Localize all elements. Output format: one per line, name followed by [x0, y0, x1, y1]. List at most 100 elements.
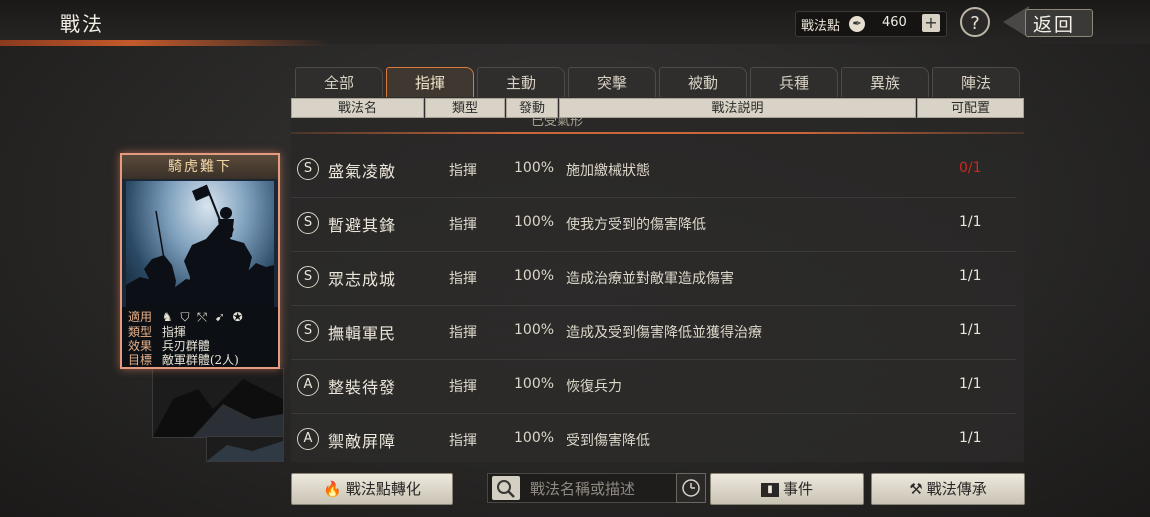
column-header-type[interactable]: 類型 — [425, 98, 505, 118]
stacked-card[interactable] — [152, 368, 284, 438]
convert-points-label: 戰法點轉化 — [345, 480, 421, 498]
back-label: 返回 — [1033, 14, 1076, 36]
archer-icon: ⤲ — [197, 310, 207, 324]
tactic-card[interactable]: 騎虎難下 適用 ♞ ⛉ ⤲ ➹ ✪ 類型 指揮 效果 兵刃群體 目標 敵軍群體(… — [120, 153, 280, 369]
search-box[interactable] — [487, 473, 705, 503]
skill-rate: 100% — [514, 160, 555, 176]
skill-name: 禦敵屏障 — [328, 432, 397, 451]
magnifier-glyph — [497, 480, 515, 498]
skill-description: 恢復兵力 — [566, 379, 622, 395]
skill-name: 撫輯軍民 — [328, 324, 397, 343]
skill-slot: 1/1 — [959, 430, 982, 446]
tactic-inherit-label: 戰法傳承 — [926, 480, 987, 498]
tab-assault[interactable]: 突擊 — [568, 67, 656, 97]
skill-row[interactable]: S 暫避其鋒 指揮 100% 使我方受到的傷害降低 1/1 — [291, 197, 1016, 252]
skill-description: 造成及受到傷害降低並獲得治療 — [566, 325, 762, 341]
skill-name: 眾志成城 — [328, 270, 397, 289]
partial-row-text: 已受氣形 — [531, 118, 584, 129]
shield-icon: ⛉ — [180, 310, 190, 324]
skill-row[interactable]: S 撫輯軍民 指揮 100% 造成及受到傷害降低並獲得治療 1/1 — [291, 305, 1016, 360]
cavalry-icon: ♞ — [161, 310, 173, 324]
skill-name: 整裝待發 — [328, 378, 397, 397]
skill-type: 指揮 — [449, 325, 477, 341]
search-input[interactable] — [528, 477, 672, 501]
coin-icon: ✒ — [849, 16, 865, 32]
help-button[interactable]: ? — [960, 7, 990, 37]
skill-row[interactable]: S 眾志成城 指揮 100% 造成治療並對敵軍造成傷害 1/1 — [291, 251, 1016, 306]
search-icon[interactable] — [492, 476, 520, 500]
rank-badge: S — [297, 266, 319, 288]
skill-rate: 100% — [514, 376, 555, 392]
stacked-card-art — [207, 441, 283, 461]
skill-row[interactable]: S 盛氣凌敵 指揮 100% 施加繳械狀態 0/1 — [291, 143, 1016, 198]
skill-type: 指揮 — [449, 271, 477, 287]
spear-icon: ➹ — [214, 310, 225, 324]
skill-slot: 1/1 — [959, 268, 982, 284]
skill-type: 指揮 — [449, 379, 477, 395]
column-header-description[interactable]: 戰法説明 — [559, 98, 916, 118]
skill-row[interactable]: A 整裝待發 指揮 100% 恢復兵力 1/1 — [291, 359, 1016, 414]
history-button[interactable] — [676, 473, 706, 503]
skill-slot: 1/1 — [959, 322, 982, 338]
tab-formation[interactable]: 陣法 — [932, 67, 1020, 97]
tab-active[interactable]: 主動 — [477, 67, 565, 97]
convert-points-button[interactable]: 🔥 戰法點轉化 — [291, 473, 453, 505]
points-label: 戰法點 — [801, 19, 841, 34]
rank-badge: A — [297, 428, 319, 450]
rank-badge: A — [297, 374, 319, 396]
tactic-points-display: 戰法點 ✒ 460 + — [795, 11, 947, 37]
skill-slot: 0/1 — [959, 160, 982, 176]
category-tabs: 全部 指揮 主動 突擊 被動 兵種 異族 陣法 — [295, 67, 1025, 97]
tab-foreign[interactable]: 異族 — [841, 67, 929, 97]
skill-slot: 1/1 — [959, 376, 982, 392]
page-title: 戰法 — [60, 12, 104, 36]
skill-rate: 100% — [514, 322, 555, 338]
points-value: 460 — [882, 15, 907, 30]
applies-label: 適用 — [128, 310, 153, 324]
target-value: 敵軍群體(2人) — [161, 353, 239, 367]
event-label: 事件 — [782, 480, 813, 498]
column-header-name[interactable]: 戰法名 — [291, 98, 424, 118]
tactic-inherit-button[interactable]: ⚒ 戰法傳承 — [871, 473, 1025, 505]
card-info-panel: 適用 ♞ ⛉ ⤲ ➹ ✪ 類型 指揮 效果 兵刃群體 目標 敵軍群體(2人) — [122, 307, 278, 367]
flame-icon: 🔥 — [323, 480, 342, 498]
tab-all[interactable]: 全部 — [295, 67, 383, 97]
skill-rate: 100% — [514, 214, 555, 230]
skill-name: 暫避其鋒 — [328, 216, 397, 235]
skill-type: 指揮 — [449, 217, 477, 233]
stacked-card-art — [153, 379, 283, 437]
tab-command[interactable]: 指揮 — [386, 67, 474, 97]
skill-rate: 100% — [514, 430, 555, 446]
rank-badge: S — [297, 320, 319, 342]
event-icon: ▮ — [760, 483, 779, 497]
top-bar: 戰法 戰法點 ✒ 460 + ? 返回 — [0, 0, 1150, 46]
skill-slot: 1/1 — [959, 214, 982, 230]
card-title-bar: 騎虎難下 — [122, 155, 278, 179]
stacked-card[interactable] — [206, 436, 284, 462]
cavalry-art — [126, 184, 274, 307]
column-header-slot[interactable]: 可配置 — [917, 98, 1024, 118]
skill-list[interactable]: 已受氣形 S 盛氣凌敵 指揮 100% 施加繳械狀態 0/1 S 暫避其鋒 指揮… — [291, 118, 1024, 462]
card-artwork — [126, 181, 274, 307]
rank-badge: S — [297, 158, 319, 180]
back-button[interactable]: 返回 — [1003, 6, 1098, 38]
add-points-button[interactable]: + — [922, 14, 940, 32]
target-row: 目標 敵軍群體(2人) — [128, 351, 239, 368]
event-button[interactable]: ▮ 事件 — [710, 473, 864, 505]
list-divider — [291, 132, 1024, 134]
column-header-rate[interactable]: 發動 — [506, 98, 558, 118]
title-glow — [0, 40, 330, 46]
hammer-icon: ⚒ — [909, 480, 923, 498]
skill-type: 指揮 — [449, 163, 477, 179]
skill-row[interactable]: A 禦敵屏障 指揮 100% 受到傷害降低 1/1 — [291, 413, 1016, 462]
target-label: 目標 — [128, 353, 153, 367]
skill-description: 受到傷害降低 — [566, 433, 650, 449]
skill-description: 造成治療並對敵軍造成傷害 — [566, 271, 734, 287]
tab-troop-type[interactable]: 兵種 — [750, 67, 838, 97]
skill-name: 盛氣凌敵 — [328, 162, 397, 181]
skill-description: 施加繳械狀態 — [566, 163, 650, 179]
chariot-icon: ✪ — [232, 310, 243, 324]
tab-passive[interactable]: 被動 — [659, 67, 747, 97]
skill-description: 使我方受到的傷害降低 — [566, 217, 706, 233]
skill-rate: 100% — [514, 268, 555, 284]
